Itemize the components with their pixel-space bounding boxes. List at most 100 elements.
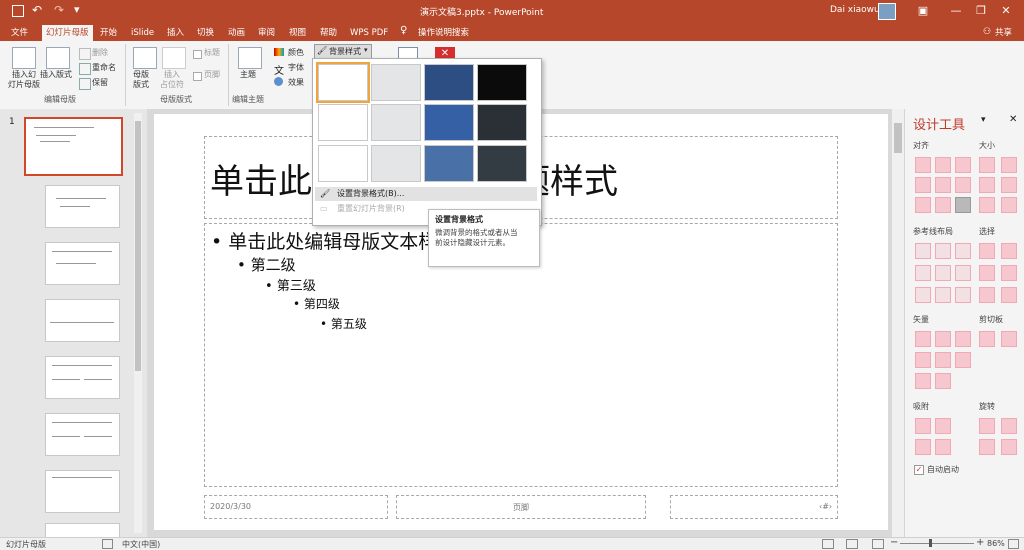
zoom-out-icon[interactable]: − [890,537,898,548]
combine-icon[interactable] [935,331,951,347]
snap-icon[interactable] [915,439,931,455]
fragment-icon[interactable] [955,331,971,347]
select-icon[interactable] [979,243,995,259]
insert-placeholder-icon[interactable] [162,47,186,69]
align-top-icon[interactable] [915,177,931,193]
tab-slide-master[interactable]: 幻灯片母版 [42,25,93,41]
same-width-icon[interactable] [979,157,995,173]
master-layout-button[interactable]: 母版 版式 [133,70,149,90]
bg-style-swatch[interactable] [371,145,421,182]
language-indicator[interactable]: 中文(中国) [122,539,160,550]
tab-home[interactable]: 开始 [96,25,121,41]
fit-width-icon[interactable] [979,197,995,213]
snap-icon[interactable] [935,418,951,434]
align-center-icon[interactable] [935,157,951,173]
bg-style-swatch[interactable] [318,145,368,182]
select-icon[interactable] [979,265,995,281]
effects-button[interactable]: 效果 [288,78,304,88]
select-icon[interactable] [979,287,995,303]
guide-icon[interactable] [935,265,951,281]
tell-me-search[interactable]: 操作说明搜索 [414,25,473,41]
master-layout-icon[interactable] [133,47,157,69]
tab-insert[interactable]: 插入 [163,25,188,41]
body-level-4[interactable]: • 第四级 [293,295,340,312]
insert-placeholder-button[interactable]: 插入 占位符 [160,70,184,90]
layout-thumbnail[interactable] [45,185,120,228]
guide-icon[interactable] [915,243,931,259]
flip-icon[interactable] [1001,439,1017,455]
scrollbar-thumb[interactable] [894,123,902,153]
share-button[interactable]: 共享 [991,25,1016,41]
align-left-icon[interactable] [915,157,931,173]
insert-master-button[interactable]: 插入幻 灯片母版 [6,70,42,90]
colors-button[interactable]: 颜色 [288,48,304,58]
footer-checkbox[interactable] [193,72,202,81]
bg-style-swatch[interactable] [424,104,474,141]
themes-icon[interactable] [238,47,262,69]
tab-islide[interactable]: iSlide [127,25,158,41]
union-icon[interactable] [915,331,931,347]
body-level-3[interactable]: • 第三级 [265,275,316,294]
copy-icon[interactable] [979,331,995,347]
body-level-2[interactable]: • 第二级 [237,254,296,275]
flip-icon[interactable] [979,439,995,455]
bg-style-swatch[interactable] [477,64,527,101]
title-checkbox[interactable] [193,50,202,59]
tab-wps-pdf[interactable]: WPS PDF [346,25,392,41]
rename-button[interactable]: 重命名 [92,63,116,73]
ribbon-display-icon[interactable]: ▣ [907,0,939,22]
transform-icon[interactable] [935,373,951,389]
tab-help[interactable]: 帮助 [316,25,341,41]
bg-style-swatch[interactable] [371,64,421,101]
bg-style-swatch[interactable] [424,145,474,182]
zoom-in-icon[interactable]: + [976,537,984,548]
canvas-scrollbar[interactable] [892,109,904,537]
accessibility-icon[interactable] [102,539,113,549]
snap-icon[interactable] [915,418,931,434]
scrollbar-thumb[interactable] [135,121,141,371]
bg-style-swatch[interactable] [477,104,527,141]
align-bottom-icon[interactable] [955,177,971,193]
guide-icon[interactable] [935,243,951,259]
preserve-button[interactable]: 保留 [92,78,108,88]
rotate-icon[interactable] [979,418,995,434]
layout-thumbnail[interactable] [45,470,120,513]
insert-layout-button[interactable]: 插入版式 [40,70,72,80]
select-icon[interactable] [1001,287,1017,303]
format-background-menu-item[interactable]: 🖌 设置背景格式(B)... [315,187,537,201]
insert-layout-icon[interactable] [46,47,70,69]
reading-view-icon[interactable] [872,539,884,549]
zoom-level[interactable]: 86% [987,539,1005,548]
close-icon[interactable]: ✕ [990,0,1022,22]
thumbnail-scrollbar[interactable] [134,113,142,533]
bg-style-swatch[interactable] [477,145,527,182]
redo-icon[interactable]: ↷ [54,3,64,17]
subtract-icon[interactable] [935,352,951,368]
zoom-slider-thumb[interactable] [929,539,932,547]
zoom-slider[interactable] [900,543,974,544]
bg-style-swatch[interactable] [316,62,370,103]
rotate-icon[interactable] [1001,418,1017,434]
guide-icon[interactable] [955,243,971,259]
guide-icon[interactable] [955,287,971,303]
body-level-5[interactable]: • 第五级 [320,315,367,332]
snap-icon[interactable] [935,439,951,455]
footer-placeholder[interactable]: 页脚 [396,495,646,519]
layout-thumbnail[interactable] [45,413,120,456]
tab-transitions[interactable]: 切换 [193,25,218,41]
same-height-icon[interactable] [1001,157,1017,173]
align-middle-icon[interactable] [935,177,951,193]
bg-style-swatch[interactable] [424,64,474,101]
close-icon[interactable]: ✕ [1009,114,1017,125]
undo-icon[interactable]: ↶ [32,3,42,17]
tab-file[interactable]: 文件 [7,25,32,41]
tab-view[interactable]: 视图 [285,25,310,41]
page-number-placeholder[interactable]: ‹#› [670,495,838,519]
auto-launch-checkbox[interactable]: ✓ [914,465,924,475]
tab-review[interactable]: 审阅 [254,25,279,41]
select-icon[interactable] [1001,243,1017,259]
normal-view-icon[interactable] [822,539,834,549]
guide-icon[interactable] [955,265,971,281]
fonts-button[interactable]: 字体 [288,63,304,73]
customize-qat-icon[interactable]: ▾ [74,3,80,16]
